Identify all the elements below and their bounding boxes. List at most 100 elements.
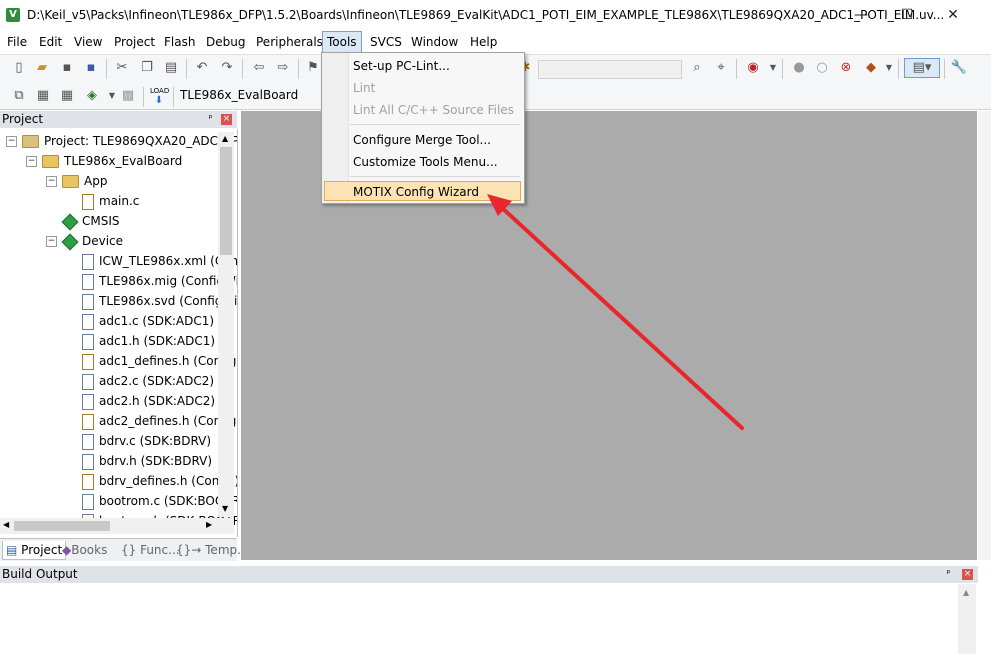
menu-svcs[interactable]: SVCS [366,31,406,53]
rebuild-icon[interactable]: ▦ [58,87,76,105]
menu-window[interactable]: Window [407,31,462,53]
save-icon[interactable]: ▪ [58,59,76,77]
translate-icon[interactable]: ⧉ [10,87,28,105]
window-layout-icon[interactable]: ▤▾ [904,58,940,78]
scroll-right-icon[interactable]: ▶ [206,520,212,529]
build-output-scrollbar[interactable]: ▲ [958,584,976,654]
tab-books[interactable]: ◆Books [62,541,107,559]
tree-item[interactable]: TLE986x.mig (ConfigWizard) [82,271,237,291]
nav-back-icon[interactable]: ⇦ [250,59,268,77]
menu-item-customize-tools-menu[interactable]: Customize Tools Menu... [353,152,498,172]
menu-item-lint-all[interactable]: Lint All C/C++ Source Files [353,100,514,120]
collapse-icon[interactable]: − [6,136,17,147]
paste-icon[interactable]: ▤ [162,59,180,77]
incremental-find-icon[interactable]: ⌖ [712,59,730,77]
component-icon [61,233,79,250]
redo-icon[interactable]: ↷ [218,59,236,77]
wrench-icon[interactable]: 🔧 [950,59,968,77]
tree-item[interactable]: − App [46,171,108,191]
menu-item-setup-pclint[interactable]: Set-up PC-Lint... [353,56,450,76]
tree-item[interactable]: adc2.c (SDK:ADC2) [82,371,214,391]
tab-functions[interactable]: {} Func... [121,541,180,559]
build-output-header: Build Output ᵖ × [0,566,978,583]
tree-item[interactable]: bdrv_defines.h (Config) [82,471,237,491]
minimize-button[interactable]: — [838,0,884,31]
menu-flash[interactable]: Flash [160,31,199,53]
find-combo[interactable] [538,60,682,79]
tree-item[interactable]: bootrom.c (SDK:BOOTROM) [82,491,237,511]
load-icon[interactable]: LOAD ⬇ [150,87,169,106]
tree-item[interactable]: − TLE986x_EvalBoard [26,151,183,171]
open-file-icon[interactable]: ▰ [33,59,51,77]
tree-item[interactable]: adc2_defines.h (Config) [82,411,237,431]
stop-build-icon[interactable]: ▩ [119,87,137,105]
pin-icon[interactable]: ᵖ [943,569,954,580]
chevron-down-icon[interactable]: ▼ [880,59,898,77]
menu-tools[interactable]: Tools [322,31,362,53]
tree-item[interactable]: bdrv.h (SDK:BDRV) [82,451,212,471]
menu-item-motix-config-wizard[interactable]: MOTIX Config Wizard [353,182,479,202]
scroll-thumb[interactable] [220,147,232,255]
nav-forward-icon[interactable]: ⇨ [274,59,292,77]
tree-item[interactable]: adc1.c (SDK:ADC1) [82,311,214,331]
undo-icon[interactable]: ↶ [193,59,211,77]
close-window-button[interactable]: ✕ [930,0,976,31]
tree-item[interactable]: TLE986x.svd (ConfigWizard) [82,291,237,311]
debug-session-icon[interactable]: ◉ [744,59,762,77]
file-icon [82,393,94,410]
collapse-icon[interactable]: − [26,156,37,167]
collapse-icon[interactable]: − [46,176,57,187]
app-icon: V [6,8,20,22]
tree-item[interactable]: − Project: TLE9869QXA20_ADC1_POTI_EIM [6,131,237,151]
tree-item[interactable]: bdrv.c (SDK:BDRV) [82,431,211,451]
menu-peripherals[interactable]: Peripherals [252,31,327,53]
cut-icon[interactable]: ✂ [113,59,131,77]
collapse-icon[interactable]: − [46,236,57,247]
menu-edit[interactable]: Edit [35,31,66,53]
save-all-icon[interactable]: ▪ [82,59,100,77]
tree-item-label: Device [82,234,124,248]
pin-icon[interactable]: ᵖ [205,114,216,125]
menu-help[interactable]: Help [466,31,501,53]
menu-file[interactable]: File [3,31,31,53]
maximize-button[interactable]: ☐ [884,0,930,31]
new-file-icon[interactable]: ▯ [10,59,28,77]
copy-icon[interactable]: ❐ [138,59,156,77]
kill-all-breakpoints-icon[interactable]: ◆ [862,59,880,77]
close-pane-button[interactable]: × [962,569,973,580]
menu-item-lint[interactable]: Lint [353,78,375,98]
menu-project[interactable]: Project [110,31,159,53]
tree-item[interactable]: adc1.h (SDK:ADC1) [82,331,215,351]
tree-item-label: TLE986x_EvalBoard [64,154,183,168]
build-icon[interactable]: ▦ [34,87,52,105]
menu-view[interactable]: View [70,31,106,53]
search-icon[interactable]: ⌕ [688,59,706,77]
target-select[interactable]: TLE986x_EvalBoard [180,86,320,105]
scroll-down-icon[interactable]: ▼ [222,504,228,513]
tab-templates[interactable]: {}→ Temp... [176,541,249,559]
tree-item-label: App [84,174,108,188]
tree-item-label: main.c [99,194,140,208]
tree-item[interactable]: ICW_TLE986x.xml (Config Wizard) [82,251,237,271]
close-pane-button[interactable]: × [221,114,232,125]
scroll-up-icon[interactable]: ▲ [963,588,969,597]
tree-item[interactable]: − Device [46,231,124,251]
tree-item[interactable]: adc1_defines.h (Config) [82,351,237,371]
scroll-up-icon[interactable]: ▲ [222,134,228,143]
scroll-thumb[interactable] [14,521,110,531]
tree-item[interactable]: CMSIS [61,211,120,231]
tree-item[interactable]: adc2.h (SDK:ADC2) [82,391,215,411]
scroll-left-icon[interactable]: ◀ [3,520,9,529]
tree-item[interactable]: main.c [82,191,139,211]
tab-project[interactable]: ▤ Project [2,541,67,560]
menu-debug[interactable]: Debug [202,31,249,53]
breakpoint-icon[interactable]: ● [790,59,808,77]
breakpoint-disable-icon[interactable]: ○ [813,59,831,77]
build-output-text[interactable] [0,584,957,654]
chevron-down-icon[interactable]: ▼ [764,59,782,77]
build-output-title: Build Output [2,567,78,581]
kill-breakpoints-icon[interactable]: ⊗ [837,59,855,77]
batch-build-icon[interactable]: ◈ [83,87,101,105]
bookmark-icon[interactable]: ⚑ [304,59,322,77]
menu-item-configure-merge-tool[interactable]: Configure Merge Tool... [353,130,491,150]
